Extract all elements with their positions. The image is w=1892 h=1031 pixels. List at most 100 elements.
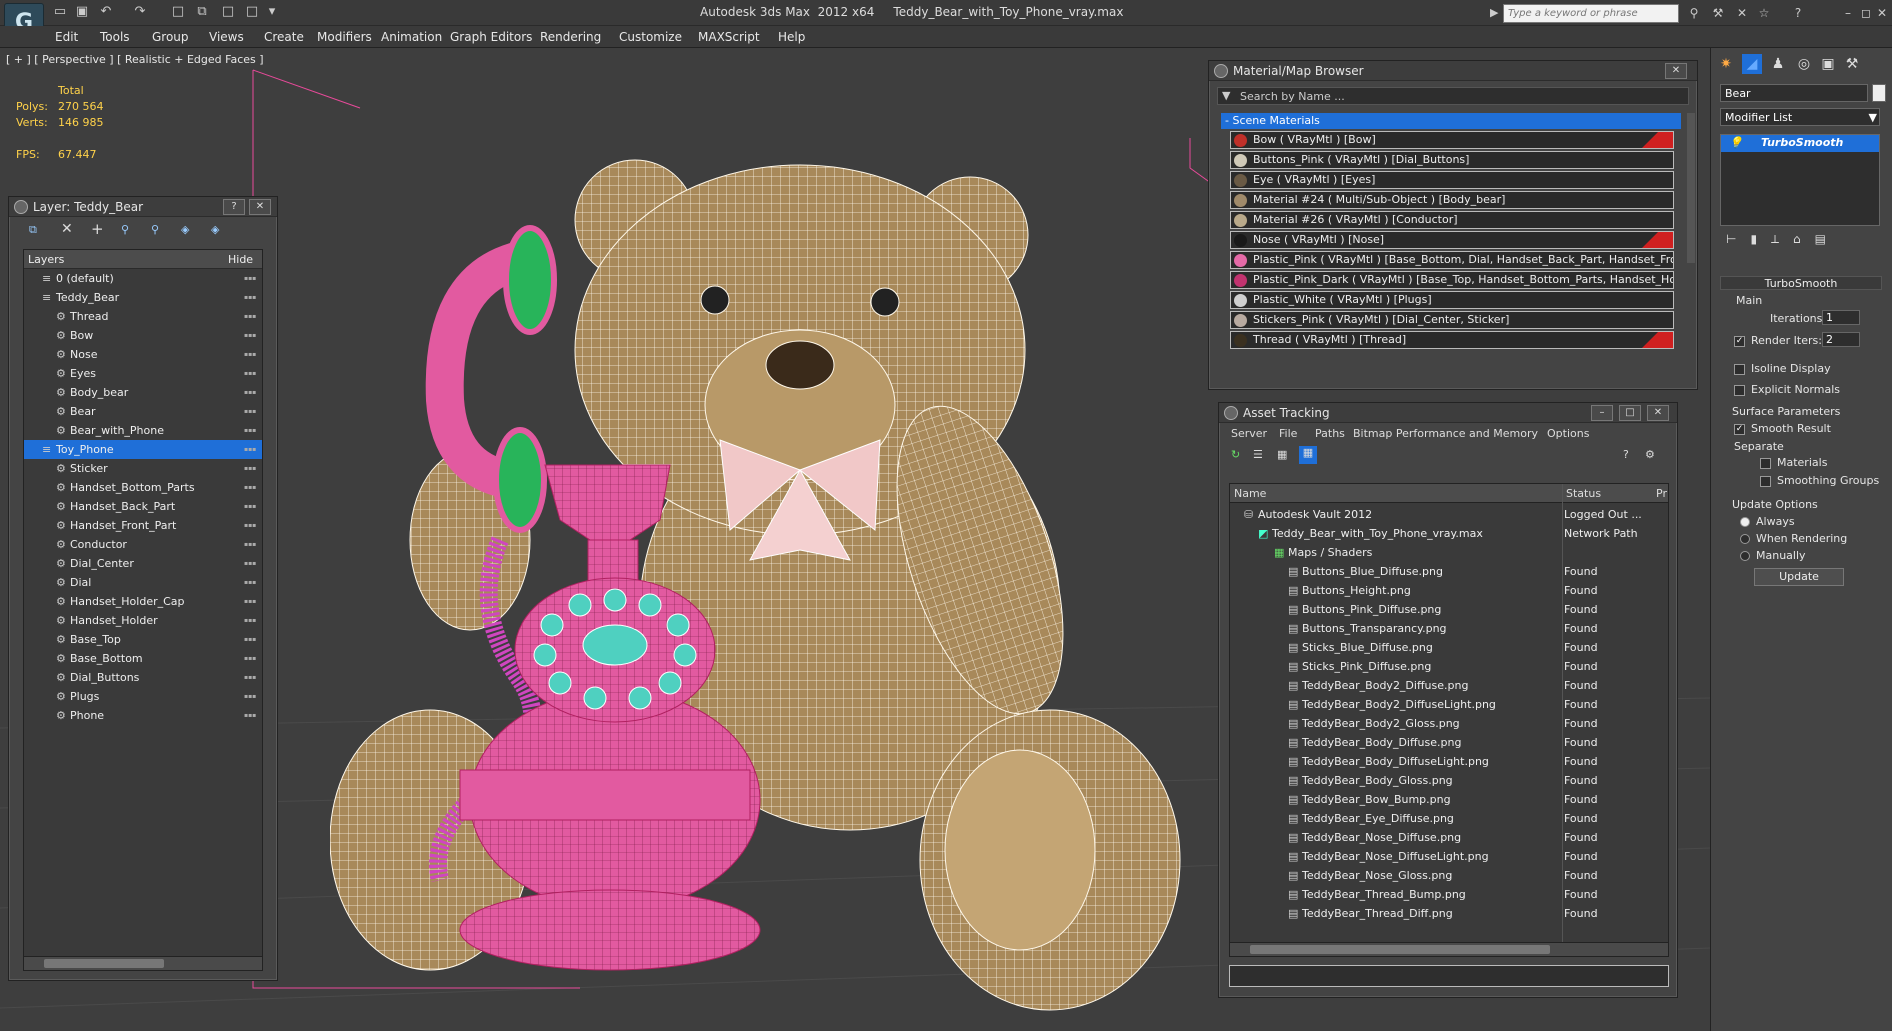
- list-view-icon[interactable]: ☰: [1253, 448, 1263, 461]
- menu-modifiers[interactable]: Modifiers: [317, 30, 372, 44]
- hide-toggle[interactable]: ▪▪▪: [244, 592, 256, 611]
- column-pr[interactable]: Pr: [1656, 487, 1667, 500]
- layer-row[interactable]: ⚙ Conductor ▪▪▪: [24, 535, 262, 554]
- lightbulb-icon[interactable]: 💡: [1729, 136, 1743, 149]
- material-item[interactable]: Buttons_Pink ( VRayMtl ) [Dial_Buttons]: [1230, 151, 1674, 169]
- asset-row[interactable]: ▤ TeddyBear_Nose_Gloss.png Found: [1230, 866, 1668, 885]
- when-rendering-radio[interactable]: [1740, 534, 1750, 544]
- explicit-normals-checkbox[interactable]: [1734, 384, 1745, 396]
- menu-create[interactable]: Create: [264, 30, 304, 44]
- layer-row[interactable]: ⚙ Thread ▪▪▪: [24, 307, 262, 326]
- asset-hscrollbar[interactable]: [1230, 942, 1668, 956]
- highlight-layer-icon[interactable]: ⚲: [151, 223, 159, 236]
- restore-icon[interactable]: ◻: [1858, 5, 1874, 21]
- render-iters-row[interactable]: ✓ Render Iters:: [1734, 334, 1822, 347]
- hide-toggle[interactable]: ▪▪▪: [244, 364, 256, 383]
- layer-row[interactable]: ⚙ Nose ▪▪▪: [24, 345, 262, 364]
- hide-toggle[interactable]: ▪▪▪: [244, 649, 256, 668]
- layer-row[interactable]: ⚙ Dial_Buttons ▪▪▪: [24, 668, 262, 687]
- layer-row[interactable]: ⚙ Dial_Center ▪▪▪: [24, 554, 262, 573]
- smoothing-groups-row[interactable]: Smoothing Groups: [1760, 474, 1879, 487]
- hierarchy-tab-icon[interactable]: ♟: [1768, 54, 1788, 74]
- thumbnail-view-icon[interactable]: ▦: [1277, 448, 1287, 461]
- project-icon[interactable]: □: [220, 4, 236, 20]
- hide-toggle[interactable]: ▪▪▪: [244, 307, 256, 326]
- delete-layer-icon[interactable]: ✕: [61, 221, 73, 237]
- minimize-icon[interactable]: –: [1840, 5, 1856, 21]
- menu-group[interactable]: Group: [152, 30, 189, 44]
- layer-close-button[interactable]: ✕: [249, 199, 271, 215]
- new-layer-icon[interactable]: ⧉: [29, 223, 37, 237]
- turbosmooth-rollout-header[interactable]: TurboSmooth: [1720, 276, 1882, 290]
- column-name[interactable]: Name: [1234, 487, 1266, 500]
- open-icon[interactable]: ▭: [52, 4, 68, 20]
- isoline-checkbox[interactable]: [1734, 363, 1745, 375]
- asset-row[interactable]: ▤ Buttons_Transparancy.png Found: [1230, 619, 1668, 638]
- asset-row[interactable]: ▤ TeddyBear_Bow_Bump.png Found: [1230, 790, 1668, 809]
- material-item[interactable]: Eye ( VRayMtl ) [Eyes]: [1230, 171, 1674, 189]
- fetch-icon[interactable]: ⧉: [194, 4, 210, 20]
- menu-customize[interactable]: Customize: [619, 30, 682, 44]
- material-search-input[interactable]: ▼ Search by Name ...: [1217, 87, 1689, 105]
- materials-row[interactable]: Materials: [1760, 456, 1827, 469]
- layer-row[interactable]: ⚙ Body_bear ▪▪▪: [24, 383, 262, 402]
- always-radio[interactable]: [1740, 517, 1750, 527]
- manually-row[interactable]: Manually: [1740, 549, 1806, 562]
- material-browser-titlebar[interactable]: Material/Map Browser ✕: [1209, 61, 1697, 81]
- layer-row[interactable]: ⚙ Sticker ▪▪▪: [24, 459, 262, 478]
- asset-row[interactable]: ▤ TeddyBear_Body2_Diffuse.png Found: [1230, 676, 1668, 695]
- layer-row[interactable]: ⚙ Handset_Bottom_Parts ▪▪▪: [24, 478, 262, 497]
- asset-row[interactable]: ▤ TeddyBear_Body_Diffuse.png Found: [1230, 733, 1668, 752]
- hide-toggle[interactable]: ▪▪▪: [244, 497, 256, 516]
- menu-views[interactable]: Views: [209, 30, 244, 44]
- material-item[interactable]: Plastic_White ( VRayMtl ) [Plugs]: [1230, 291, 1674, 309]
- utilities-tab-icon[interactable]: ⚒: [1842, 54, 1862, 74]
- menu-maxscript[interactable]: MAXScript: [698, 30, 760, 44]
- close-icon[interactable]: ✕: [1874, 5, 1890, 21]
- menu-help[interactable]: Help: [778, 30, 805, 44]
- material-item[interactable]: Nose ( VRayMtl ) [Nose]: [1230, 231, 1674, 249]
- manually-radio[interactable]: [1740, 551, 1750, 561]
- save-icon[interactable]: ▣: [74, 4, 90, 20]
- hide-toggle[interactable]: ▪▪▪: [244, 573, 256, 592]
- modifier-list-dropdown[interactable]: Modifier List ▼: [1720, 108, 1880, 126]
- qa-dropdown-icon[interactable]: ▾: [264, 4, 280, 20]
- column-hide[interactable]: Hide: [228, 253, 253, 266]
- asset-menu-bitmap[interactable]: Bitmap Performance and Memory: [1353, 427, 1538, 440]
- redo-icon[interactable]: ↷: [132, 4, 148, 20]
- refresh-icon[interactable]: ↻: [1231, 448, 1240, 461]
- display-tab-icon[interactable]: ▣: [1818, 54, 1838, 74]
- material-item[interactable]: Bow ( VRayMtl ) [Bow]: [1230, 131, 1674, 149]
- hide-toggle[interactable]: ▪▪▪: [244, 288, 256, 307]
- layer-row[interactable]: ⚙ Base_Top ▪▪▪: [24, 630, 262, 649]
- asset-tracking-titlebar[interactable]: Asset Tracking – □ ✕: [1219, 403, 1677, 423]
- smooth-result-row[interactable]: ✓ Smooth Result: [1734, 422, 1831, 435]
- asset-menu-file[interactable]: File: [1279, 427, 1297, 440]
- explicit-normals-row[interactable]: Explicit Normals: [1734, 383, 1840, 396]
- layer-help-button[interactable]: ?: [223, 199, 245, 215]
- binoculars-icon[interactable]: ⚲: [1686, 5, 1702, 21]
- layer-row[interactable]: ⚙ Handset_Front_Part ▪▪▪: [24, 516, 262, 535]
- stack-tools-row[interactable]: ⊢▮⟂⌂▤: [1726, 232, 1840, 247]
- scene-materials-header[interactable]: - Scene Materials: [1221, 113, 1681, 129]
- asset-row[interactable]: ▤ Buttons_Pink_Diffuse.png Found: [1230, 600, 1668, 619]
- object-color-swatch[interactable]: [1872, 84, 1886, 102]
- material-item[interactable]: Plastic_Pink_Dark ( VRayMtl ) [Base_Top,…: [1230, 271, 1674, 289]
- asset-close-button[interactable]: ✕: [1647, 405, 1669, 421]
- material-item[interactable]: Plastic_Pink ( VRayMtl ) [Base_Bottom, D…: [1230, 251, 1674, 269]
- object-name-field[interactable]: Bear: [1720, 84, 1868, 102]
- material-browser-close-button[interactable]: ✕: [1665, 63, 1687, 79]
- asset-row[interactable]: ▤ TeddyBear_Nose_Diffuse.png Found: [1230, 828, 1668, 847]
- add-to-layer-icon[interactable]: +: [91, 220, 104, 238]
- hide-all-icon[interactable]: ◈: [181, 223, 189, 236]
- hide-toggle[interactable]: ▪▪▪: [244, 535, 256, 554]
- material-item[interactable]: Material #24 ( Multi/Sub-Object ) [Body_…: [1230, 191, 1674, 209]
- layer-hscrollbar[interactable]: [24, 956, 262, 970]
- iterations-spinner[interactable]: 1: [1822, 310, 1860, 325]
- render-iters-spinner[interactable]: 2: [1822, 332, 1860, 347]
- hide-toggle[interactable]: ▪▪▪: [244, 668, 256, 687]
- hide-toggle[interactable]: ▪▪▪: [244, 706, 256, 725]
- asset-menu-options[interactable]: Options: [1547, 427, 1589, 440]
- asset-row[interactable]: ▤ TeddyBear_Thread_Bump.png Found: [1230, 885, 1668, 904]
- layer-scroll-thumb[interactable]: [44, 959, 164, 968]
